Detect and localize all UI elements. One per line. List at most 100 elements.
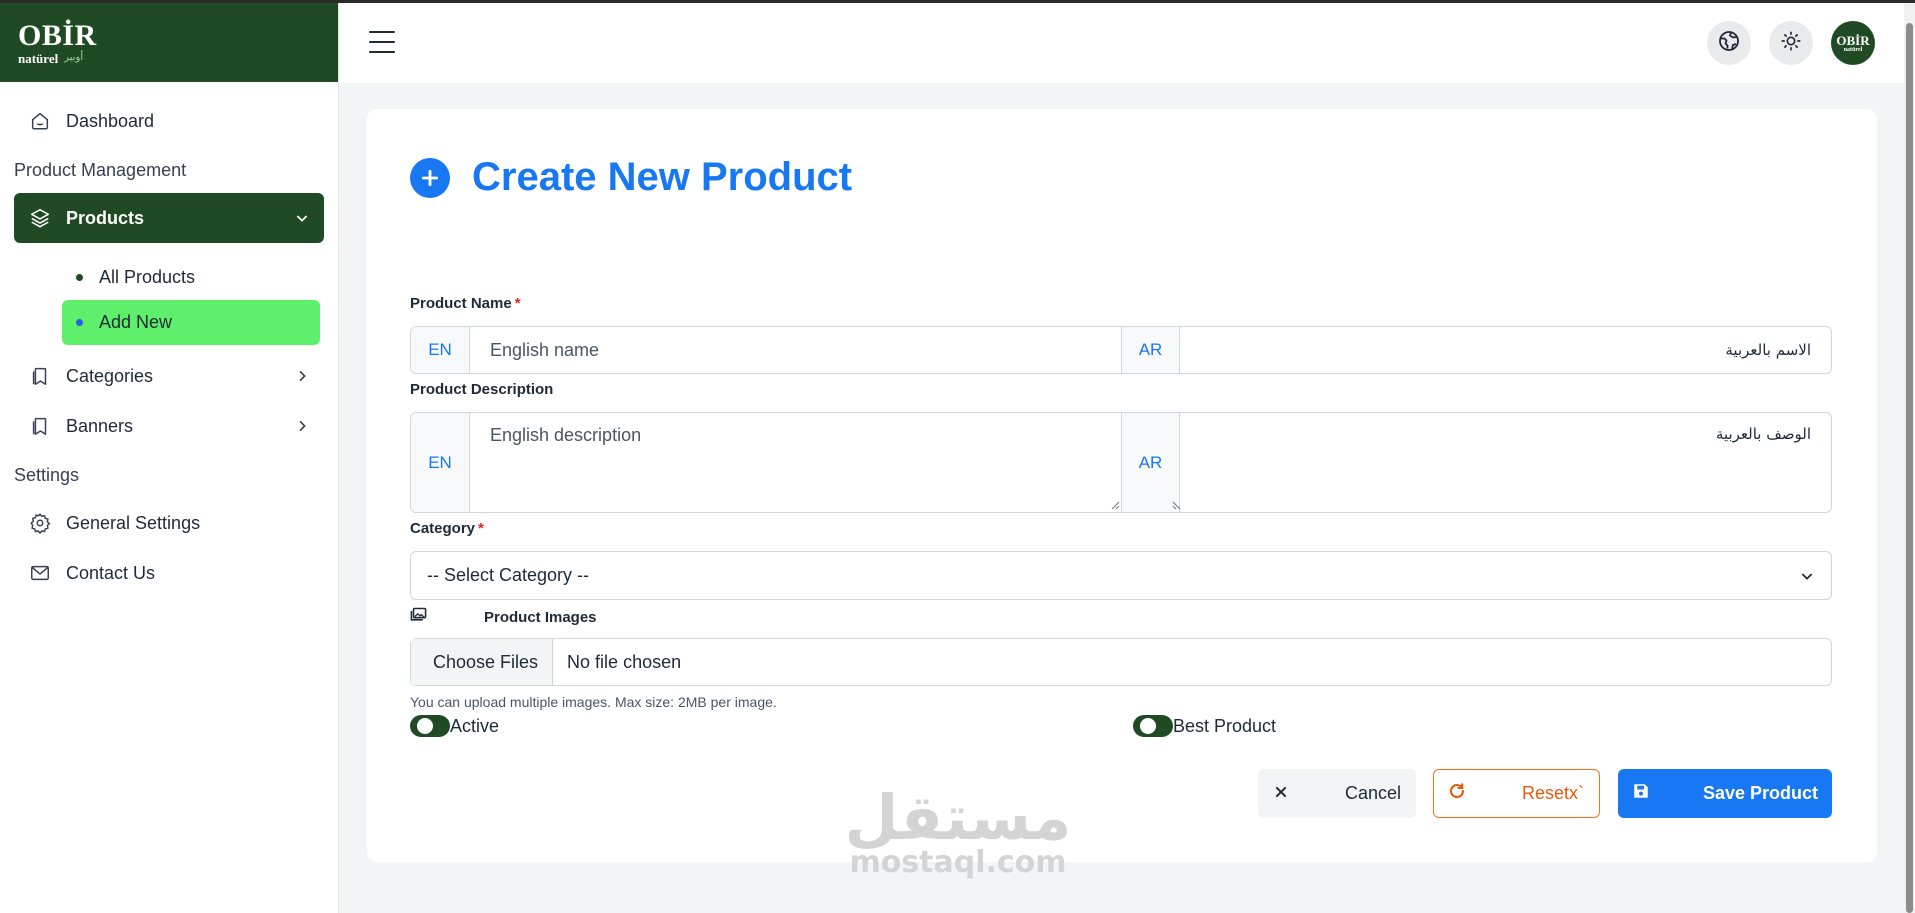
products-submenu: All Products Add New: [0, 243, 338, 351]
lang-addon-ar: AR: [1121, 327, 1180, 373]
window-top-border: [0, 0, 1915, 3]
theme-toggle-button[interactable]: [1769, 21, 1813, 65]
sidebar-item-label: Categories: [66, 365, 154, 386]
description-ar-textarea[interactable]: الوصف بالعربية: [1180, 413, 1831, 512]
bullet-dot: [76, 274, 83, 281]
chevron-down-icon: [294, 210, 310, 226]
toggle-knob: [1140, 718, 1156, 734]
logo-wordmark: OBİR: [18, 18, 97, 52]
cancel-button-label: Cancel: [1344, 783, 1401, 803]
sidebar-item-label: General Settings: [66, 512, 201, 533]
chevron-down-icon: [1799, 568, 1815, 584]
scrollbar-thumb[interactable]: [1906, 23, 1913, 913]
images-icon: [410, 607, 427, 627]
sidebar-item-contact-us[interactable]: Contact Us: [14, 548, 324, 598]
file-status-text: No file chosen: [567, 651, 682, 672]
hamburger-line: [369, 40, 395, 44]
sidebar-item-label: Products: [66, 207, 145, 228]
gear-icon: [28, 511, 52, 535]
active-toggle-row: Active: [410, 715, 499, 737]
refresh-icon: [1448, 782, 1466, 805]
description-en-textarea[interactable]: English description: [470, 413, 1121, 512]
product-name-label: Product Name *: [410, 295, 521, 312]
sidebar-item-categories[interactable]: Categories: [14, 351, 324, 401]
product-images-label: Product Images: [484, 608, 597, 626]
sidebar-subitem-all-products[interactable]: All Products: [62, 255, 320, 300]
bookmarks-icon: [28, 414, 52, 438]
user-avatar[interactable]: OBİR natürel: [1831, 21, 1875, 65]
best-product-label: Best Product: [1173, 715, 1277, 736]
sidebar: OBİR natürel أوبير Dashboard Product Man…: [0, 3, 339, 913]
sidebar-item-label: Dashboard: [66, 110, 155, 131]
avatar-logo-sub: natürel: [1843, 46, 1863, 53]
floppy-disk-icon: [1632, 782, 1650, 805]
create-product-card: Create New Product Product Name * EN Engl…: [367, 109, 1877, 862]
bookmarks-icon: [28, 364, 52, 388]
hamburger-line: [369, 50, 395, 53]
sidebar-item-products[interactable]: Products: [14, 193, 324, 243]
product-images-label-row: Product Images: [410, 607, 597, 627]
product-description-group: EN English description AR الوصف بالعربية: [410, 412, 1832, 513]
logo-subline: natürel أوبير: [18, 52, 97, 65]
reset-button-label: Resetx`: [1521, 783, 1584, 803]
brand-logo[interactable]: OBİR natürel أوبير: [18, 18, 97, 65]
avatar-logo-text: OBİR: [1836, 32, 1870, 48]
chevron-right-icon: [294, 418, 310, 434]
section-heading-product-management: Product Management: [14, 160, 187, 180]
lang-addon-en: EN: [411, 413, 470, 512]
plus-circle-icon: [410, 157, 450, 198]
label-text: Category: [410, 520, 476, 537]
globe-icon: [1717, 29, 1741, 58]
save-button-label: Save Product: [1702, 783, 1818, 803]
reset-button[interactable]: Resetx`: [1433, 769, 1600, 818]
bullet-dot: [76, 319, 83, 326]
sidebar-item-label: Add New: [99, 312, 173, 332]
page-title-row: Create New Product: [410, 155, 852, 200]
textarea-resize-handle[interactable]: [1110, 500, 1120, 510]
product-name-en-input[interactable]: English name: [470, 327, 1121, 373]
product-description-label: Product Description: [410, 381, 554, 398]
sidebar-subitem-add-new[interactable]: Add New: [62, 300, 320, 345]
sidebar-item-label: All Products: [99, 267, 196, 287]
category-select[interactable]: -- Select Category --: [410, 551, 1832, 600]
sidebar-item-label: Contact Us: [66, 562, 156, 583]
lang-addon-en: EN: [411, 327, 470, 373]
product-images-file-input[interactable]: Choose Files No file chosen: [410, 638, 1832, 686]
best-product-toggle-row: Best Product: [1133, 715, 1276, 737]
logo-sub-arabic: أوبير: [64, 52, 84, 63]
label-text: Product Name: [410, 295, 512, 312]
top-header: OBİR natürel: [339, 3, 1904, 83]
product-name-group: EN English name AR الاسم بالعربية: [410, 326, 1832, 374]
product-name-ar-input[interactable]: الاسم بالعربية: [1180, 327, 1831, 373]
active-label: Active: [450, 715, 500, 736]
save-product-button[interactable]: Save Product: [1618, 769, 1832, 818]
cancel-button[interactable]: Cancel: [1258, 769, 1416, 818]
layers-icon: [28, 206, 52, 230]
required-asterisk: *: [514, 295, 521, 312]
sidebar-item-dashboard[interactable]: Dashboard: [14, 96, 324, 146]
category-selected-value: -- Select Category --: [427, 565, 590, 585]
mail-icon: [28, 561, 52, 585]
sidebar-item-general-settings[interactable]: General Settings: [14, 498, 324, 548]
page-title: Create New Product: [472, 155, 853, 199]
chevron-right-icon: [294, 368, 310, 384]
textarea-resize-handle[interactable]: [1172, 500, 1182, 510]
sidebar-item-label: Banners: [66, 415, 134, 436]
required-asterisk: *: [478, 520, 484, 537]
sidebar-nav: Dashboard Product Management Products Al…: [0, 82, 338, 598]
menu-toggle-button[interactable]: [369, 31, 395, 53]
brand-bar: OBİR natürel أوبير: [0, 3, 338, 82]
close-icon: [1274, 783, 1288, 804]
lang-addon-ar: AR: [1121, 413, 1180, 512]
upload-hint: You can upload multiple images. Max size…: [410, 694, 777, 710]
active-toggle[interactable]: [410, 715, 450, 737]
choose-files-button[interactable]: Choose Files: [411, 639, 554, 685]
page-scrollbar[interactable]: [1904, 3, 1915, 913]
hamburger-line: [369, 31, 395, 34]
sidebar-item-banners[interactable]: Banners: [14, 401, 324, 451]
language-button[interactable]: [1707, 21, 1751, 65]
best-product-toggle[interactable]: [1133, 715, 1173, 737]
logo-sub-latin: natürel: [18, 50, 59, 66]
sun-icon: [1780, 30, 1802, 57]
category-label: Category *: [410, 520, 484, 537]
